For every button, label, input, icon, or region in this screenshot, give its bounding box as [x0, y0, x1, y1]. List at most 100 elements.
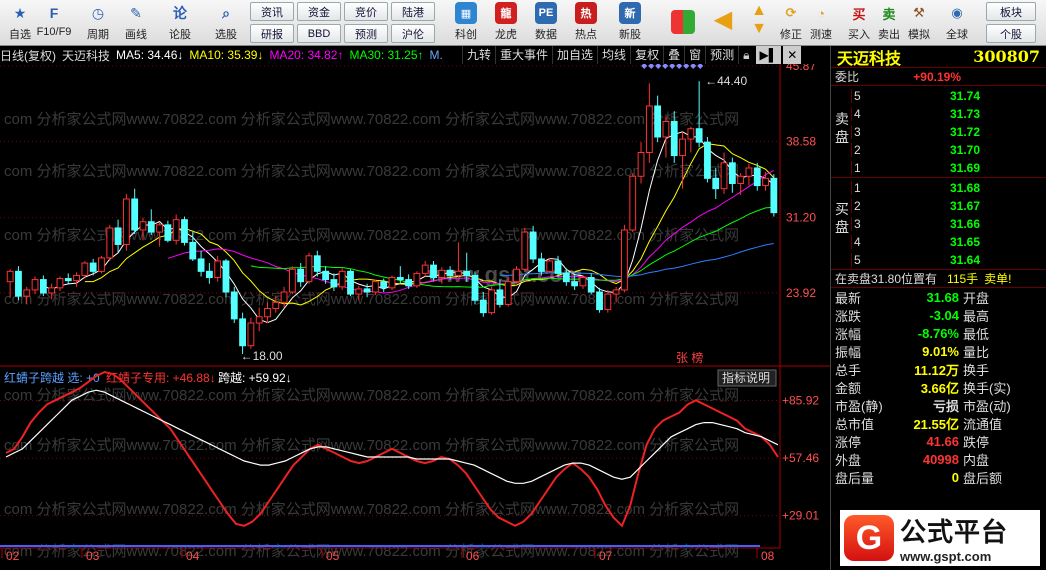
arrow-down-icon: ▼ — [751, 20, 767, 37]
high-price-label: ←44.40 — [705, 74, 747, 88]
chart-control-button[interactable]: 预测 — [705, 46, 738, 64]
candle — [106, 224, 114, 261]
sell-level-row[interactable]: 1 31.69 — [851, 159, 1046, 177]
toolbar-corner-button[interactable]: 板块 — [986, 2, 1036, 21]
toolbar-globe-button[interactable]: ◉ 全球 — [942, 2, 972, 44]
trade-alert: 在卖盘31.80位置有 115手 卖单! — [831, 270, 1046, 288]
quote-stat-label-right: 最低 — [963, 326, 990, 342]
refresh-icon: ⟳ — [785, 5, 797, 20]
event-marker-icon[interactable]: ◆ — [669, 64, 676, 70]
toolbar-grid-button[interactable]: BBD — [297, 24, 341, 43]
chart-control-button[interactable]: 均线 — [597, 46, 630, 64]
toolbar-magnifier-button[interactable]: ⌕ 选股 — [206, 2, 246, 44]
buy-level-row[interactable]: 4 31.65 — [851, 233, 1046, 251]
toolbar-corner-button[interactable]: 个股 — [986, 24, 1036, 43]
event-marker-icon[interactable]: ◆ — [662, 64, 669, 70]
toolbar-pen-button[interactable]: ✎ 画线 — [116, 2, 156, 44]
sell-level-price: 31.74 — [949, 89, 980, 103]
event-marker-icon[interactable]: ◆ — [697, 64, 704, 70]
toolbar-document-button[interactable]: F F10/F9 — [34, 2, 74, 44]
toolbar-grid-button[interactable]: 预测 — [344, 24, 388, 43]
indicator-help-label: 指标说明 — [722, 370, 770, 385]
toolbar-label: 龙虎 — [495, 29, 517, 41]
lock-icon[interactable]: 🔒︎ — [738, 46, 753, 64]
toolbar-grid-button[interactable]: 陆港 — [391, 2, 435, 21]
event-marker-icon[interactable]: ◆ — [641, 64, 648, 70]
toolbar-grid-button[interactable]: 研报 — [250, 24, 294, 43]
toolbar-ipo-button[interactable]: 新新股 — [610, 2, 650, 44]
toolbar-grid-button[interactable]: 沪伦 — [391, 24, 435, 43]
event-marker-icon[interactable]: ◆ — [648, 64, 655, 70]
quote-stat-row: 总手 11.12万 换手 — [831, 360, 1046, 378]
buy-level-index: 5 — [851, 253, 867, 267]
sell-level-price: 31.72 — [949, 125, 980, 139]
chart-control-button[interactable]: 复权 — [630, 46, 663, 64]
magnifier-icon: ⌕ — [222, 4, 230, 21]
zhangbang-badge[interactable]: 张 榜 — [676, 350, 703, 365]
toolbar-buy-button[interactable]: 买买入 — [844, 2, 874, 44]
toolbar-dragon-button[interactable]: 龍龙虎 — [486, 2, 526, 44]
layout-grid-button[interactable] — [668, 2, 698, 44]
toolbar-stopwatch-button[interactable]: ◔ 测速 — [806, 2, 836, 44]
chart-area[interactable]: com 分析家公式网www.70822.com 分析家公式网www.70822.… — [0, 64, 830, 570]
quote-stat-label-right: 跌停 — [963, 434, 990, 450]
toolbar-grid-button[interactable]: 资金 — [297, 2, 341, 21]
toolbar-sell-button[interactable]: 卖卖出 — [874, 2, 904, 44]
buy-level-row[interactable]: 5 31.64 — [851, 251, 1046, 269]
quote-stat-label: 涨幅 — [835, 326, 862, 342]
buy-level-row[interactable]: 1 31.68 — [851, 179, 1046, 197]
toolbar-grid-button[interactable]: 竞价 — [344, 2, 388, 21]
sell-level-row[interactable]: 2 31.70 — [851, 141, 1046, 159]
toolbar-hammer-button[interactable]: ⚒ 模拟 — [904, 2, 934, 44]
sell-level-price: 31.73 — [949, 107, 980, 121]
toolbar-label: 数据 — [535, 29, 557, 41]
chart-control-button[interactable]: 窗 — [684, 46, 705, 64]
toolbar-refresh-button[interactable]: ⟳ 修正 — [776, 2, 806, 44]
toolbar-pe-button[interactable]: PE 数据 — [526, 2, 566, 44]
chart-control-button[interactable]: 九转 — [462, 46, 495, 64]
close-icon[interactable]: ✕ — [783, 46, 802, 64]
quote-stat-label-right: 换手(实) — [963, 380, 1011, 396]
toolbar-label: 买入 — [848, 29, 870, 41]
buy-level-price: 31.66 — [949, 217, 980, 231]
watermark-text: com 分析家公式网www.70822.com 分析家公式网www.70822.… — [4, 163, 739, 180]
candle — [388, 275, 396, 290]
window-toggle-icon[interactable]: ▶▌ — [755, 46, 782, 64]
event-marker-icon[interactable]: ◆ — [655, 64, 662, 70]
event-marker-icon[interactable]: ◆ — [690, 64, 697, 70]
toolbar-discussion-button[interactable]: 论论股 — [160, 2, 200, 44]
event-marker-icon[interactable]: ◆ — [676, 64, 683, 70]
event-marker-icon[interactable]: ◆ — [683, 64, 690, 70]
sell-level-row[interactable]: 5 31.74 — [851, 87, 1046, 105]
period-label[interactable]: 日线(复权) — [0, 47, 56, 64]
chart-control-button[interactable]: 叠 — [663, 46, 684, 64]
chart-control-button[interactable]: 重大事件 — [495, 46, 552, 64]
back-button[interactable]: ◀ — [706, 2, 740, 44]
chart-control-button[interactable]: 加自选 — [552, 46, 597, 64]
time-tick-label: 03 — [86, 549, 100, 563]
toolbar-label: 科创 — [455, 29, 477, 41]
quote-stat-row: 涨幅 -8.76% 最低 — [831, 324, 1046, 342]
candle — [629, 173, 637, 233]
quote-stat-label-right: 流通值 — [963, 416, 1003, 432]
buy-level-index: 3 — [851, 217, 867, 231]
buy-level-price: 31.67 — [949, 199, 980, 213]
quote-stat-label: 涨跌 — [835, 308, 862, 324]
quote-stats: 最新 31.68 开盘 涨跌 -3.04 最高 涨幅 -8.76% 最低 振幅 9.01% 量比 总手 1… — [831, 288, 1046, 486]
up-down-button[interactable]: ▲ ▼ — [746, 2, 772, 44]
toolbar-chart-button[interactable]: ▦ 科创 — [446, 2, 486, 44]
toolbar-label: 修正 — [780, 29, 802, 41]
toolbar-clock-button[interactable]: ◷ 周期 — [78, 2, 118, 44]
toolbar-grid-button[interactable]: 资讯 — [250, 2, 294, 21]
buy-level-price: 31.68 — [949, 181, 980, 195]
quote-stat-value: 11.12万 — [914, 362, 959, 378]
indicator-tick-label: +29.01 — [782, 509, 819, 523]
watermark-text: com 分析家公式网www.70822.com 分析家公式网www.70822.… — [4, 291, 739, 308]
sell-level-row[interactable]: 4 31.73 — [851, 105, 1046, 123]
toolbar-hot-button[interactable]: 热热点 — [566, 2, 606, 44]
sell-level-row[interactable]: 3 31.72 — [851, 123, 1046, 141]
quote-stat-label-right: 内盘 — [963, 452, 990, 468]
buy-level-row[interactable]: 2 31.67 — [851, 197, 1046, 215]
buy-level-row[interactable]: 3 31.66 — [851, 215, 1046, 233]
buy-level-price: 31.64 — [949, 253, 980, 267]
